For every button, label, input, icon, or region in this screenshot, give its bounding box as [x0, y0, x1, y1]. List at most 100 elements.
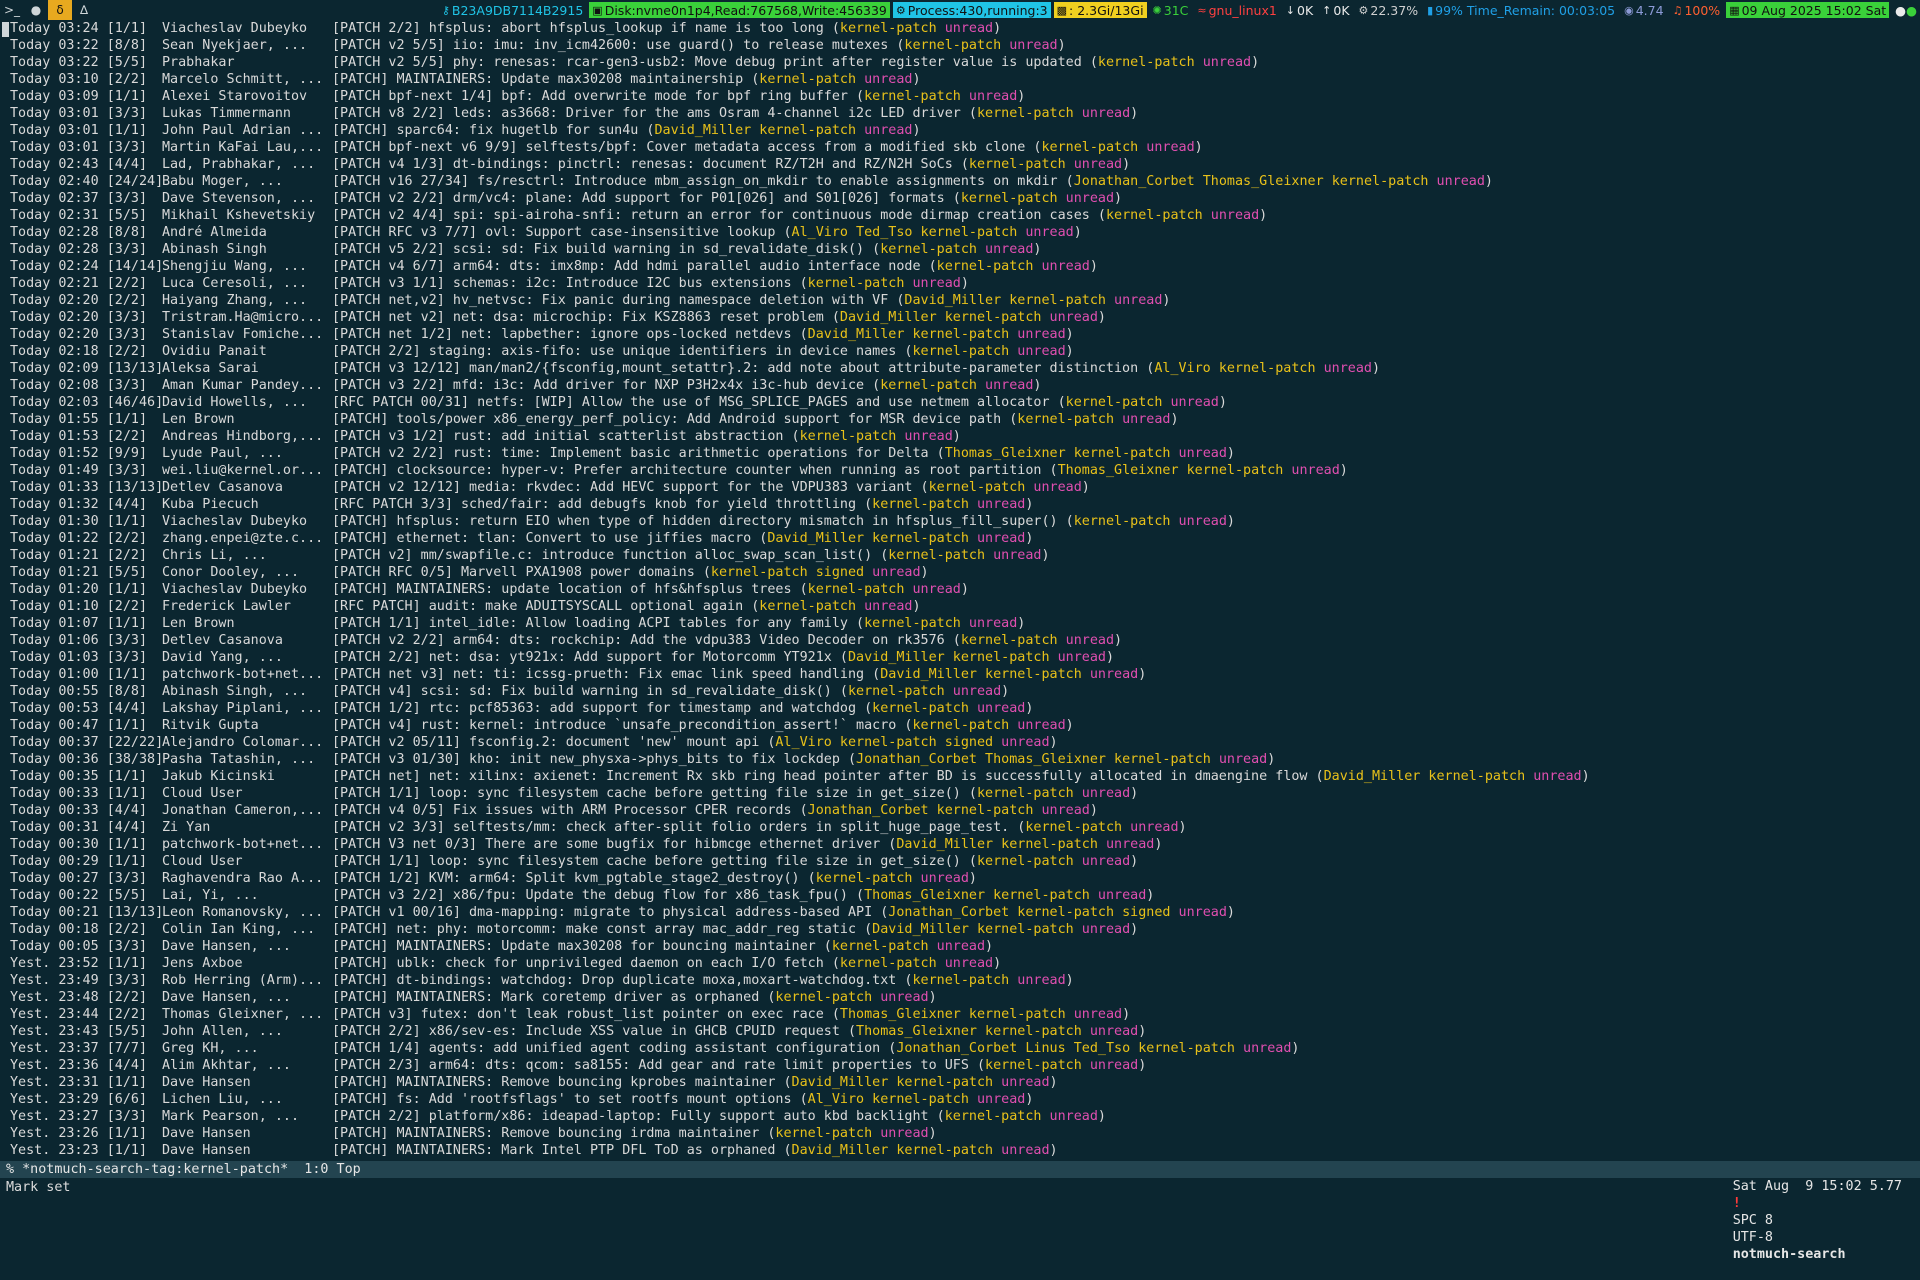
table-row[interactable]: Today 01:49 [3/3] wei.liu@kernel.or... [PA…: [0, 462, 1920, 479]
message-authors: Marcelo Schmitt, ...: [162, 72, 324, 87]
message-subject-cell: [PATCH RFC 0/5] Marvell PXA1908 power do…: [332, 564, 929, 581]
table-row[interactable]: Today 00:05 [3/3] Dave Hansen, ... [PATCH]…: [0, 938, 1920, 955]
thread-count: [2/2]: [106, 531, 148, 546]
table-row[interactable]: Today 00:55 [8/8] Abinash Singh, ... [PATC…: [0, 683, 1920, 700]
table-row[interactable]: Today 00:29 [1/1] Cloud User [PATCH 1/1] l…: [0, 853, 1920, 870]
buffer-name[interactable]: % *notmuch-search-tag:kernel-patch* 1:0 …: [0, 1161, 1700, 1178]
table-row[interactable]: Today 00:36 [38/38] Pasha Tatashin, ... [P…: [0, 751, 1920, 768]
table-row[interactable]: Yest. 23:27 [3/3] Mark Pearson, ... [PATCH…: [0, 1108, 1920, 1125]
arrow-down-icon: ↓: [1285, 3, 1296, 17]
table-row[interactable]: Today 00:21 [13/13] Leon Romanovsky, ...[…: [0, 904, 1920, 921]
table-row[interactable]: Today 03:22 [8/8] Sean Nyekjaer, ... [PATC…: [0, 37, 1920, 54]
message-subject: [PATCH 1/1] intel_idle: Allow loading AC…: [332, 616, 848, 631]
tray-icon[interactable]: ●: [1895, 3, 1906, 18]
table-row[interactable]: Today 01:07 [1/1] Len Brown [PATCH 1/1] in…: [0, 615, 1920, 632]
table-row[interactable]: Yest. 23:23 [1/1] Dave Hansen [PATCH] MAIN…: [0, 1142, 1920, 1159]
table-row[interactable]: Today 01:33 [13/13] Detlev Casanova [PATCH…: [0, 479, 1920, 496]
table-row[interactable]: Today 00:33 [1/1] Cloud User [PATCH 1/1] l…: [0, 785, 1920, 802]
table-row[interactable]: Today 03:01 [3/3] Lukas Timmermann [PATCH …: [0, 105, 1920, 122]
workspace-1[interactable]: >_: [0, 0, 24, 20]
table-row[interactable]: Today 02:20 [2/2] Haiyang Zhang, ... [PATC…: [0, 292, 1920, 309]
table-row[interactable]: Today 00:35 [1/1] Jakub Kicinski [PATCH ne…: [0, 768, 1920, 785]
fan-icon: ✺: [1152, 3, 1162, 17]
table-row[interactable]: Today 00:31 [4/4] Zi Yan [PATCH v2 3/3] se…: [0, 819, 1920, 836]
table-row[interactable]: Yest. 23:43 [5/5] John Allen, ... [PATCH 2…: [0, 1023, 1920, 1040]
table-row[interactable]: Today 01:06 [3/3] Detlev Casanova [PATCH v…: [0, 632, 1920, 649]
table-row[interactable]: Today 01:22 [2/2] zhang.enpei@zte.c... [PA…: [0, 530, 1920, 547]
table-row[interactable]: Today 00:47 [1/1] Ritvik Gupta [PATCH v4] …: [0, 717, 1920, 734]
table-row[interactable]: Today 00:37 [22/22] Alejandro Colomar...[…: [0, 734, 1920, 751]
table-row[interactable]: Today 01:30 [1/1] Viacheslav Dubeyko [PATC…: [0, 513, 1920, 530]
message-tag: kernel-patch: [976, 854, 1074, 869]
date-count-cell: Today 03:09 [1/1]: [0, 88, 162, 105]
table-row[interactable]: Today 01:10 [2/2] Frederick Lawler [RFC PA…: [0, 598, 1920, 615]
table-row[interactable]: Today 03:10 [2/2] Marcelo Schmitt, ... [PA…: [0, 71, 1920, 88]
table-row[interactable]: Today 01:21 [2/2] Chris Li, ... [PATCH v2]…: [0, 547, 1920, 564]
message-tag: kernel-patch: [1065, 395, 1163, 410]
workspace-4[interactable]: ∆: [72, 0, 96, 20]
table-row[interactable]: Yest. 23:48 [2/2] Dave Hansen, ... [PATCH]…: [0, 989, 1920, 1006]
table-row[interactable]: Today 02:20 [3/3] Tristram.Ha@micro... [PA…: [0, 309, 1920, 326]
table-row[interactable]: Today 01:55 [1/1] Len Brown [PATCH] tools/…: [0, 411, 1920, 428]
table-row[interactable]: Today 01:03 [3/3] David Yang, ... [PATCH 2…: [0, 649, 1920, 666]
date-status[interactable]: ▦ 09 Aug 2025 15:02 Sat: [1726, 2, 1890, 18]
table-row[interactable]: Today 01:21 [5/5] Conor Dooley, ... [PATCH…: [0, 564, 1920, 581]
table-row[interactable]: Today 01:52 [9/9] Lyude Paul, ... [PATCH v…: [0, 445, 1920, 462]
table-row[interactable]: Today 03:09 [1/1] Alexei Starovoitov [PATC…: [0, 88, 1920, 105]
thread-count: [4/4]: [106, 820, 148, 835]
table-row[interactable]: Today 00:18 [2/2] Colin Ian King, ... [PAT…: [0, 921, 1920, 938]
table-row[interactable]: Yest. 23:49 [3/3] Rob Herring (Arm)... [PA…: [0, 972, 1920, 989]
table-row[interactable]: Today 00:33 [4/4] Jonathan Cameron,... [PA…: [0, 802, 1920, 819]
table-row[interactable]: Today 02:43 [4/4] Lad, Prabhakar, ... [PAT…: [0, 156, 1920, 173]
message-subject: [PATCH] tools/power x86_energy_perf_poli…: [332, 412, 1002, 427]
tray-icons[interactable]: ● ●: [1892, 2, 1920, 18]
table-row[interactable]: Today 02:31 [5/5] Mikhail Kshevetskiy [PAT…: [0, 207, 1920, 224]
table-row[interactable]: Today 02:18 [2/2] Ovidiu Panait [PATCH 2/2…: [0, 343, 1920, 360]
tag-close: ): [1259, 208, 1268, 223]
volume-status[interactable]: ♫ 100%: [1670, 2, 1724, 18]
date-count-cell: Today 02:08 [3/3]: [0, 377, 162, 394]
table-row[interactable]: Today 01:20 [1/1] Viacheslav Dubeyko [PATC…: [0, 581, 1920, 598]
table-row[interactable]: Today 02:37 [3/3] Dave Stevenson, ... [PAT…: [0, 190, 1920, 207]
table-row[interactable]: Yest. 23:31 [1/1] Dave Hansen [PATCH] MAIN…: [0, 1074, 1920, 1091]
table-row[interactable]: Today 02:21 [2/2] Luca Ceresoli, ... [PATC…: [0, 275, 1920, 292]
message-list[interactable]: Today 03:24 [1/1] Viacheslav Dubeyko [PATC…: [0, 20, 1920, 1159]
table-row[interactable]: Yest. 23:44 [2/2] Thomas Gleixner, ... [PA…: [0, 1006, 1920, 1023]
message-date: Today 00:22: [10, 888, 99, 903]
table-row[interactable]: Yest. 23:37 [7/7] Greg KH, ... [PATCH 1/4]…: [0, 1040, 1920, 1057]
table-row[interactable]: Yest. 23:52 [1/1] Jens Axboe [PATCH] ublk:…: [0, 955, 1920, 972]
workspace-2[interactable]: ●: [24, 0, 48, 20]
table-row[interactable]: Today 03:22 [5/5] Prabhakar [PATCH v2 5/5]…: [0, 54, 1920, 71]
table-row[interactable]: Today 02:28 [8/8] André Almeida [PATCH RFC…: [0, 224, 1920, 241]
table-row[interactable]: Yest. 23:36 [4/4] Alim Akhtar, ... [PATCH …: [0, 1057, 1920, 1074]
table-row[interactable]: Yest. 23:26 [1/1] Dave Hansen [PATCH] MAIN…: [0, 1125, 1920, 1142]
table-row[interactable]: Today 03:24 [1/1] Viacheslav Dubeyko [PATC…: [0, 20, 1920, 37]
thread-count: [1/1]: [106, 1126, 148, 1141]
table-row[interactable]: Today 02:20 [3/3] Stanislav Fomiche... [PA…: [0, 326, 1920, 343]
table-row[interactable]: Today 00:27 [3/3] Raghavendra Rao A... [PA…: [0, 870, 1920, 887]
table-row[interactable]: Yest. 23:29 [6/6] Lichen Liu, ... [PATCH] …: [0, 1091, 1920, 1108]
table-row[interactable]: Today 00:22 [5/5] Lai, Yi, ... [PATCH v3 2…: [0, 887, 1920, 904]
table-row[interactable]: Today 02:08 [3/3] Aman Kumar Pandey... [PA…: [0, 377, 1920, 394]
message-authors: Dave Stevenson, ...: [162, 191, 316, 206]
table-row[interactable]: Today 03:01 [3/3] Martin KaFai Lau,... [PA…: [0, 139, 1920, 156]
table-row[interactable]: Today 02:03 [46/46] David Howells, ... [RF…: [0, 394, 1920, 411]
table-row[interactable]: Today 02:24 [14/14] Shengjiu Wang, ... [PA…: [0, 258, 1920, 275]
message-tag: kernel-patch: [1428, 769, 1526, 784]
table-row[interactable]: Today 01:32 [4/4] Kuba Piecuch [RFC PATCH …: [0, 496, 1920, 513]
table-row[interactable]: Today 02:40 [24/24] Babu Moger, ... [PATCH…: [0, 173, 1920, 190]
tray-icon[interactable]: ●: [1906, 3, 1917, 18]
table-row[interactable]: Today 01:00 [1/1] patchwork-bot+net... [PA…: [0, 666, 1920, 683]
table-row[interactable]: Today 00:53 [4/4] Lakshay Piplani, ... [PA…: [0, 700, 1920, 717]
table-row[interactable]: Today 00:30 [1/1] patchwork-bot+net... [PA…: [0, 836, 1920, 853]
table-row[interactable]: Today 03:01 [1/1] John Paul Adrian ... [PA…: [0, 122, 1920, 139]
table-row[interactable]: Today 01:53 [2/2] Andreas Hindborg,... [PA…: [0, 428, 1920, 445]
workspace-3[interactable]: δ: [48, 0, 72, 20]
tag-open: (: [928, 1109, 945, 1124]
table-row[interactable]: Today 02:28 [3/3] Abinash Singh [PATCH v5 …: [0, 241, 1920, 258]
table-row[interactable]: Today 02:09 [13/13] Aleksa Sarai [PATCH v3…: [0, 360, 1920, 377]
